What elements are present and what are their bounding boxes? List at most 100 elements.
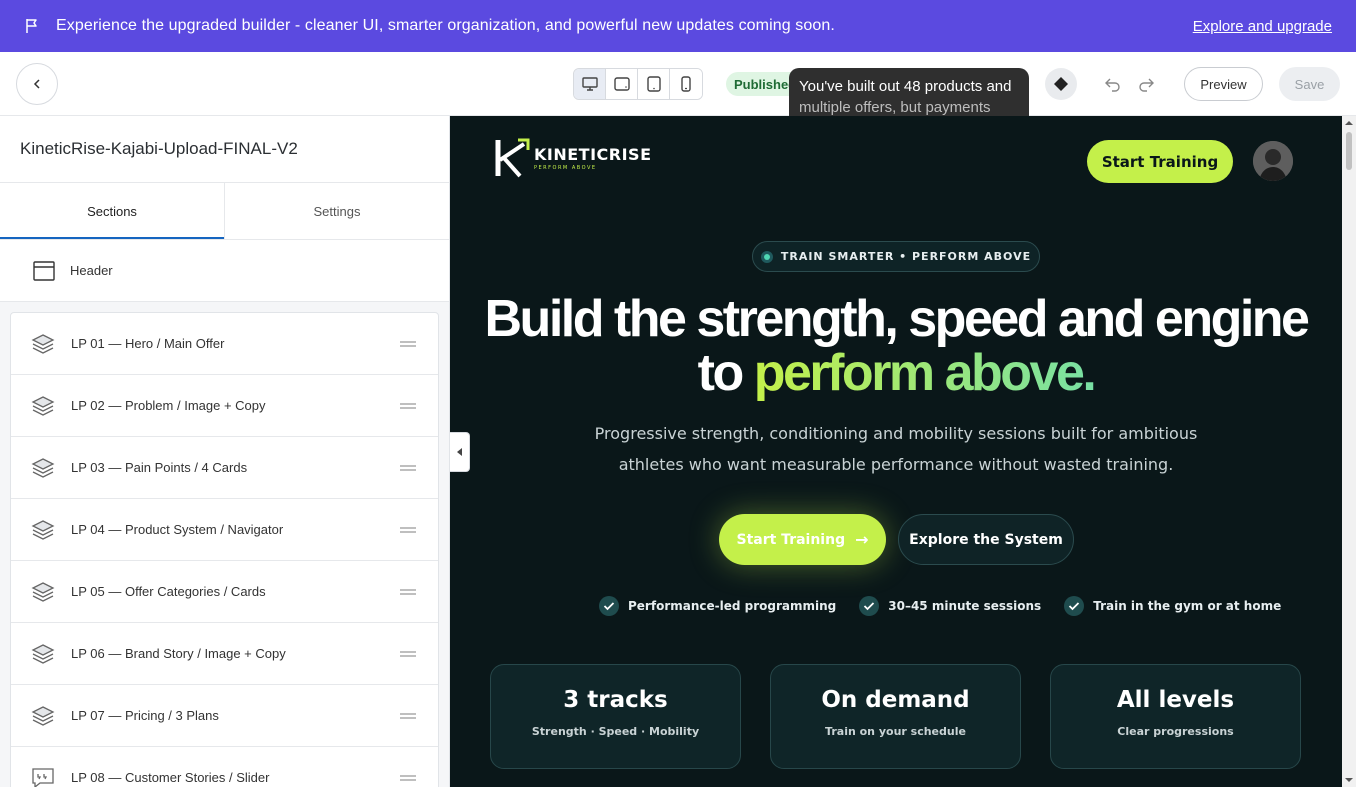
drag-handle-icon[interactable] (400, 650, 416, 657)
feature-check-label: Train in the gym or at home (1093, 599, 1282, 613)
brand-tagline: PERFORM ABOVE (534, 165, 597, 171)
user-silhouette-icon (1253, 141, 1293, 181)
desktop-view-button[interactable] (574, 69, 606, 99)
stat-card: All levels Clear progressions (1050, 664, 1301, 769)
tooltip-line-2: multiple offers, but payments (799, 99, 991, 116)
upgrade-banner: Experience the upgraded builder - cleane… (0, 0, 1356, 52)
drag-handle-icon[interactable] (400, 774, 416, 781)
drag-handle-icon[interactable] (400, 464, 416, 471)
drag-handle-icon[interactable] (400, 402, 416, 409)
ai-assistant-button[interactable] (1045, 68, 1077, 100)
layers-icon (31, 519, 55, 540)
feature-checks: Performance-led programming 30–45 minute… (598, 595, 1303, 617)
page-preview-canvas[interactable]: KINETICRISE PERFORM ABOVE Start Training… (450, 116, 1342, 787)
stat-caption: Clear progressions (1117, 725, 1234, 738)
drag-handle-icon[interactable] (400, 526, 416, 533)
hero-start-training-button[interactable]: Start Training → (719, 514, 886, 565)
list-item[interactable]: LP 02 — Problem / Image + Copy (11, 375, 438, 437)
section-label: LP 02 — Problem / Image + Copy (71, 398, 266, 413)
subtitle-line-2: athletes who want measurable performance… (618, 455, 1174, 474)
banner-message: Experience the upgraded builder - cleane… (56, 17, 835, 34)
list-item[interactable]: LP 06 — Brand Story / Image + Copy (11, 623, 438, 685)
tab-settings[interactable]: Settings (225, 183, 449, 239)
redo-icon[interactable] (1137, 75, 1155, 93)
scrollbar-thumb[interactable] (1346, 132, 1352, 170)
list-item[interactable]: LP 07 — Pricing / 3 Plans (11, 685, 438, 747)
site-logo[interactable]: KINETICRISE PERFORM ABOVE (494, 136, 652, 180)
headline-accent: perform above. (753, 344, 1097, 402)
sparkle-diamond-icon (1054, 77, 1068, 91)
section-label: LP 03 — Pain Points / 4 Cards (71, 460, 248, 475)
header-label: Header (70, 263, 113, 278)
list-item[interactable]: LP 04 — Product System / Navigator (11, 499, 438, 561)
preview-button[interactable]: Preview (1184, 67, 1263, 101)
feature-check-item: 30–45 minute sessions (858, 595, 1041, 617)
cta-primary-label: Start Training (736, 531, 846, 548)
status-dot-icon (760, 250, 773, 263)
stat-value: On demand (821, 687, 970, 713)
explore-system-button[interactable]: Explore the System (898, 514, 1074, 565)
chevron-left-icon (33, 79, 40, 89)
stat-caption: Strength · Speed · Mobility (531, 725, 700, 738)
quote-icon (32, 767, 54, 787)
stat-value: 3 tracks (563, 687, 668, 713)
brand-name: KINETICRISE (534, 145, 652, 164)
save-button[interactable]: Save (1279, 67, 1340, 101)
mobile-view-button[interactable] (670, 69, 702, 99)
caret-left-icon (456, 448, 462, 456)
feature-check-label: 30–45 minute sessions (888, 599, 1042, 613)
back-button[interactable] (16, 63, 58, 105)
tablet-portrait-view-button[interactable] (638, 69, 670, 99)
stat-card: 3 tracks Strength · Speed · Mobility (490, 664, 741, 769)
sections-panel: KineticRise-Kajabi-Upload-FINAL-V2 Secti… (0, 116, 450, 787)
layers-icon (31, 395, 55, 416)
flag-icon (26, 19, 37, 33)
headline-line-1: Build the strength, speed and engine (484, 290, 1310, 348)
section-label: LP 01 — Hero / Main Offer (71, 336, 225, 351)
check-circle-icon (859, 596, 880, 616)
section-label: LP 06 — Brand Story / Image + Copy (71, 646, 286, 661)
tablet-portrait-icon (646, 76, 661, 92)
canvas-scrollbar[interactable] (1342, 116, 1356, 787)
section-list: LP 01 — Hero / Main Offer LP 02 — Proble… (10, 312, 439, 787)
section-label: LP 05 — Offer Categories / Cards (71, 584, 266, 599)
check-circle-icon (599, 596, 619, 616)
list-item[interactable]: LP 03 — Pain Points / 4 Cards (11, 437, 438, 499)
stat-caption: Train on your schedule (825, 725, 966, 738)
collapse-panel-button[interactable] (450, 432, 470, 472)
headline-line-2: to perform above. (450, 346, 1342, 400)
list-item[interactable]: LP 05 — Offer Categories / Cards (11, 561, 438, 623)
hero-subtitle: Progressive strength, conditioning and m… (580, 418, 1212, 480)
stat-value: All levels (1116, 687, 1235, 713)
device-switcher (573, 68, 703, 100)
drag-handle-icon[interactable] (400, 712, 416, 719)
scroll-up-arrow-icon (1345, 121, 1353, 125)
tab-sections[interactable]: Sections (0, 183, 225, 239)
list-item[interactable]: LP 01 — Hero / Main Offer (11, 313, 438, 375)
section-label: LP 08 — Customer Stories / Slider (71, 770, 270, 785)
headline-prefix: to (697, 344, 754, 402)
kineticrise-logo-icon (495, 138, 530, 178)
undo-icon[interactable] (1104, 75, 1122, 93)
mobile-icon (681, 76, 691, 92)
page-title: KineticRise-Kajabi-Upload-FINAL-V2 (0, 116, 449, 183)
browser-window-icon (33, 260, 55, 281)
layers-icon (31, 705, 55, 726)
arrow-right-icon: → (855, 530, 869, 549)
explore-upgrade-link[interactable]: Explore and upgrade (1193, 18, 1332, 35)
header-section-item[interactable]: Header (0, 240, 449, 302)
drag-handle-icon[interactable] (400, 340, 416, 347)
panel-tabs: Sections Settings (0, 183, 449, 240)
scroll-down-arrow-icon (1345, 778, 1353, 782)
drag-handle-icon[interactable] (400, 588, 416, 595)
stat-card: On demand Train on your schedule (770, 664, 1021, 769)
tablet-landscape-icon (613, 77, 630, 91)
nav-start-training-button[interactable]: Start Training (1087, 140, 1233, 183)
tablet-landscape-view-button[interactable] (606, 69, 638, 99)
layers-icon (31, 643, 55, 664)
eyebrow-pill: TRAIN SMARTER • PERFORM ABOVE (752, 241, 1040, 272)
list-item[interactable]: LP 08 — Customer Stories / Slider (11, 747, 438, 787)
layers-icon (31, 457, 55, 478)
feature-check-item: Train in the gym or at home (1063, 595, 1281, 617)
avatar[interactable] (1253, 141, 1293, 181)
